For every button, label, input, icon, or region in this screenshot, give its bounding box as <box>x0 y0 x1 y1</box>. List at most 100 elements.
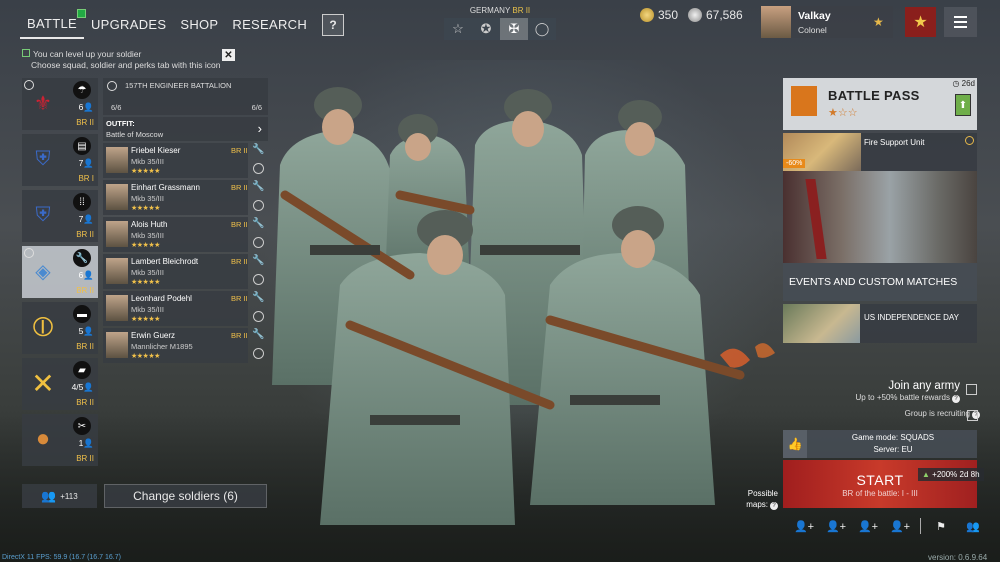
menu-button[interactable] <box>944 7 977 37</box>
ammo-icon: ⁞⁞ <box>73 193 91 211</box>
squad-item[interactable]: ⛨ ⁞⁞ 7👤 BR II <box>22 190 98 242</box>
soldier-list: Friebel Kieser Mkb 35/III ★★★★★ BR II 🔧 Einha… <box>103 143 268 363</box>
soldier-stars: ★★★★★ <box>131 353 160 360</box>
perk-icon[interactable] <box>253 311 264 322</box>
squad-item[interactable]: ⦶ ▬ 5👤 BR II <box>22 302 98 354</box>
help-button[interactable]: ? <box>322 13 345 36</box>
profile-card[interactable]: Valkay Colonel ★ <box>761 6 893 38</box>
squad-item[interactable]: ⛨ ▤ 7👤 BR I <box>22 134 98 186</box>
circle-icon[interactable]: ◯ <box>528 18 556 40</box>
profile-name: Valkay <box>798 10 831 22</box>
soldier-br: BR II <box>231 183 248 192</box>
soldier-row[interactable]: Leonhard Podehl Mkb 35/III ★★★★★ BR II 🔧 <box>103 291 268 326</box>
soldier-row[interactable]: Lambert Bleichrodt Mkb 35/III ★★★★★ BR II 🔧 <box>103 254 268 289</box>
add-friend-icon[interactable]: 👤+ <box>884 517 916 535</box>
offer-discount: -60% <box>783 159 806 168</box>
squad-list: ⚜ ☂ 6👤 BR II ⛨ ▤ 7👤 BR I ⛨ ⁞⁞ 7👤 BR II ◈… <box>22 78 98 470</box>
squad-br: BR II <box>76 342 94 351</box>
wrench-icon[interactable]: 🔧 <box>252 144 264 155</box>
perk-icon[interactable] <box>253 200 264 211</box>
tab-upgrades[interactable]: UPGRADES <box>84 11 173 38</box>
battle-pass-card[interactable]: BATTLE PASS ★☆☆ ◷ 26d ⬆ <box>783 78 977 130</box>
iron-cross-icon[interactable]: ✠ <box>500 18 528 40</box>
wrench-icon[interactable]: 🔧 <box>252 292 264 303</box>
squad-item-selected[interactable]: ◈ 🔧 6👤 BR II <box>22 246 98 298</box>
soldier-row[interactable]: Erwin Guerz Mannlicher M1895 ★★★★★ BR II 🔧 <box>103 328 268 363</box>
silver-currency[interactable]: 67,586 <box>688 8 743 22</box>
banner-decoration <box>805 179 827 259</box>
soldier-stars: ★★★★★ <box>131 242 160 249</box>
perk-icon[interactable] <box>253 348 264 359</box>
offer-card[interactable]: -60% Fire Support Unit <box>783 133 977 171</box>
document-icon: ▤ <box>73 137 91 155</box>
main-nav: BATTLE UPGRADES SHOP RESEARCH ? <box>20 9 345 39</box>
hint-line-1: You can level up your soldier <box>33 49 142 59</box>
recruiting-checkbox[interactable] <box>967 410 978 421</box>
event-image <box>783 304 860 343</box>
soldier-row[interactable]: Friebel Kieser Mkb 35/III ★★★★★ BR II 🔧 <box>103 143 268 178</box>
soldier-row[interactable]: Einhart Grassmann Mkb 35/III ★★★★★ BR II 🔧 <box>103 180 268 215</box>
soldier-br: BR II <box>231 220 248 229</box>
wrench-icon[interactable]: 🔧 <box>252 218 264 229</box>
add-friend-icon[interactable]: 👤+ <box>788 517 820 535</box>
event-item[interactable]: US INDEPENDENCE DAY <box>783 304 977 343</box>
gold-currency[interactable]: 350 <box>640 8 678 22</box>
perk-icon[interactable] <box>253 163 264 174</box>
perk-icon[interactable] <box>253 274 264 285</box>
start-button[interactable]: START BR of the battle: I - III ▲ +200% … <box>783 460 984 508</box>
soldier-row[interactable]: Alois Huth Mkb 35/III ★★★★★ BR II 🔧 <box>103 217 268 252</box>
battle-pass-days: ◷ 26d <box>952 79 975 88</box>
squad-br: BR II <box>76 286 94 295</box>
wrench-icon[interactable]: 🔧 <box>252 329 264 340</box>
bavarian-emblem-icon: ◈ <box>35 260 51 283</box>
events-card[interactable]: EVENTS AND CUSTOM MATCHES <box>783 263 977 301</box>
squad-item[interactable]: ⚜ ☂ 6👤 BR II <box>22 78 98 130</box>
silver-coin-icon <box>688 8 702 22</box>
tab-battle[interactable]: BATTLE <box>20 9 86 39</box>
silver-amount: 67,586 <box>706 8 743 22</box>
squad-emblem-icon: ● <box>35 425 51 452</box>
hint-square-icon <box>22 49 30 57</box>
thumbs-up-icon[interactable]: 👍 <box>783 430 807 458</box>
question-icon[interactable]: ? <box>952 395 960 403</box>
soldier-name: Einhart Grassmann <box>131 183 200 192</box>
squad-item[interactable]: ✕ ▰ 4/5👤 BR II <box>22 358 98 410</box>
bonus-text: +200% 2d 8h <box>932 470 980 479</box>
wrench-icon[interactable]: 🔧 <box>252 181 264 192</box>
tab-shop[interactable]: SHOP <box>173 11 225 38</box>
group-icon: 👥 <box>41 489 57 503</box>
add-friend-icon[interactable]: 👤+ <box>820 517 852 535</box>
soldier-weapon: Mannlicher M1895 <box>131 342 193 351</box>
version-label: version: 0.6.9.64 <box>928 553 988 562</box>
flag-icon[interactable]: ⚑ <box>925 517 957 535</box>
star-outline-icon[interactable]: ☆ <box>444 18 472 40</box>
change-soldiers-button[interactable]: Change soldiers (6) <box>104 484 267 508</box>
question-icon[interactable]: ? <box>770 502 778 510</box>
group-icon[interactable]: 👥 <box>957 517 989 535</box>
squad-br: BR II <box>76 118 94 127</box>
event-item-title: US INDEPENDENCE DAY <box>864 313 959 322</box>
squad-item[interactable]: ● ✂ 1👤 BR II <box>22 414 98 466</box>
soldier-stars: ★★★★★ <box>131 205 160 212</box>
star-badge-icon[interactable]: ✪ <box>472 18 500 40</box>
join-any-army-checkbox[interactable] <box>966 384 977 395</box>
outfit-selector[interactable]: OUTFIT: Battle of Moscow › <box>103 117 268 141</box>
recruit-label: Group is recruiting <box>904 409 970 418</box>
add-friend-icon[interactable]: 👤+ <box>852 517 884 535</box>
reserve-button[interactable]: 👥 +113 <box>22 484 97 508</box>
squad-count: 6 <box>78 102 84 112</box>
game-mode-panel[interactable]: 👍 Game mode: SQUADS Server: EU <box>783 430 977 458</box>
soldier-weapon: Mkb 35/III <box>131 305 164 314</box>
tab-research[interactable]: RESEARCH <box>225 11 314 38</box>
join-sub: Up to +50% battle rewards <box>855 393 951 402</box>
soldier-portrait <box>106 332 128 358</box>
soldier-name: Erwin Guerz <box>131 331 176 340</box>
nation-selector: GERMANY BR II ☆ ✪ ✠ ◯ <box>444 6 556 40</box>
rank-button[interactable]: ★ <box>905 7 936 37</box>
offer-scene-image[interactable] <box>783 171 977 263</box>
wrench-icon[interactable]: 🔧 <box>252 255 264 266</box>
soldier-portrait <box>106 221 128 247</box>
outfit-label: OUTFIT: <box>106 119 135 128</box>
hint-close-button[interactable]: ✕ <box>222 49 235 61</box>
perk-icon[interactable] <box>253 237 264 248</box>
